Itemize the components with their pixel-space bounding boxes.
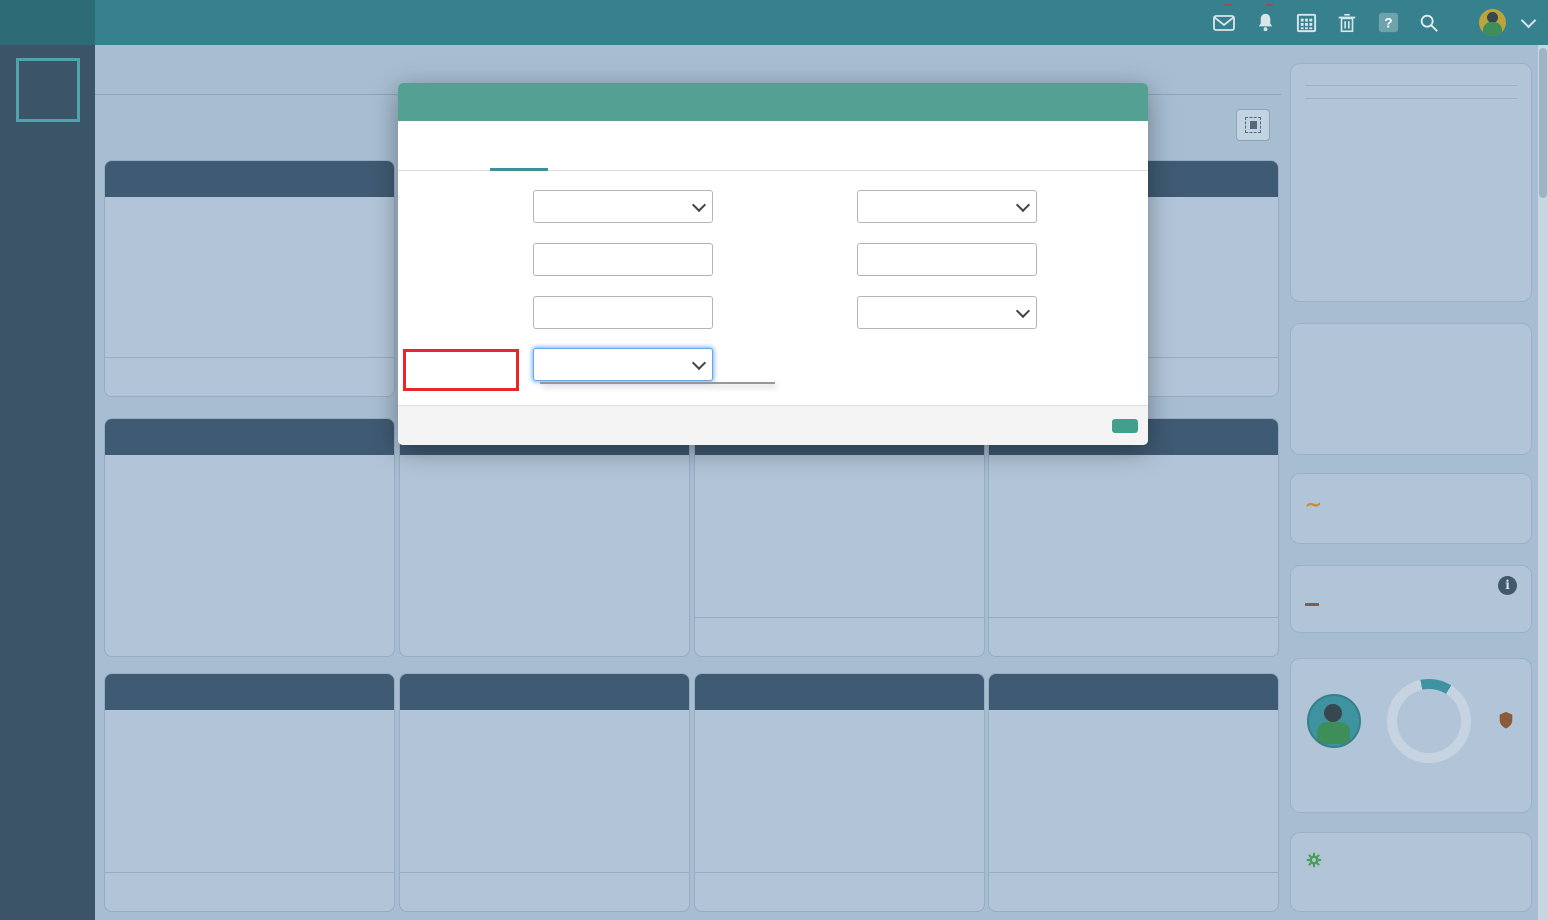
calendar-panel — [1290, 63, 1532, 302]
chevron-down-icon — [691, 197, 707, 213]
demo-content-panel: i — [1290, 565, 1532, 633]
grading-scale-dropdown — [540, 382, 775, 384]
todo-panel — [1290, 323, 1532, 455]
active-tab-underline — [490, 168, 548, 171]
fine-edge-logo[interactable] — [15, 58, 80, 122]
groups-by-style-chart — [105, 455, 395, 605]
messages-badge — [1224, 3, 1232, 6]
add-class-modal — [398, 83, 1148, 445]
paths-chart — [105, 710, 395, 860]
api-chart — [695, 710, 985, 860]
paths-panel — [104, 673, 395, 912]
notifications-icon[interactable] — [1253, 3, 1277, 35]
help-icon[interactable]: ? — [1376, 11, 1400, 35]
learners-panel — [104, 160, 395, 397]
section-input[interactable] — [857, 243, 1037, 276]
calendar-icon[interactable] — [1294, 11, 1318, 35]
game-avatar — [1307, 694, 1361, 748]
language-select[interactable] — [533, 190, 713, 223]
notifications-badge — [1265, 3, 1273, 6]
learners-chart — [105, 197, 395, 347]
email-panel — [988, 673, 1279, 912]
organization-select[interactable] — [857, 296, 1037, 329]
courses-panel — [399, 673, 690, 912]
messages-icon[interactable] — [1212, 3, 1236, 35]
gear-icon — [1306, 852, 1322, 868]
credits-input[interactable] — [533, 296, 713, 329]
site-wide-game-panel — [1290, 658, 1532, 813]
modal-tabs — [398, 121, 1148, 171]
api-panel — [694, 673, 985, 912]
top-bar: ? — [0, 0, 1548, 45]
calendar-day-headers — [1305, 80, 1517, 86]
chevron-down-icon — [1015, 197, 1031, 213]
chevron-down-icon — [691, 355, 707, 371]
points-progress-ring — [1387, 679, 1471, 763]
svg-text:?: ? — [1384, 15, 1392, 30]
course-types-pie-panel — [988, 418, 1279, 657]
course-types-pie-chart — [989, 455, 1279, 605]
avatar[interactable] — [1479, 9, 1506, 36]
trash-icon[interactable] — [1335, 11, 1359, 35]
scrollbar-thumb[interactable] — [1539, 48, 1547, 198]
courses-by-type-panel — [399, 418, 690, 657]
minus-icon — [1305, 603, 1319, 606]
course-input[interactable] — [533, 243, 713, 276]
courses-by-type-chart — [400, 455, 690, 605]
layout-icon — [1245, 117, 1261, 133]
search-icon[interactable] — [1417, 11, 1441, 35]
customize-dashboard-button[interactable] — [1236, 109, 1270, 141]
annotation-highlight — [403, 349, 519, 391]
left-sidebar — [0, 45, 95, 920]
grading-scale-select[interactable] — [533, 348, 713, 381]
save-button[interactable] — [1112, 418, 1138, 433]
groups-by-style-panel — [104, 418, 395, 657]
compliance-panel: ∼ — [1290, 473, 1532, 544]
trial-panel — [694, 418, 985, 657]
courses-chart — [400, 710, 690, 860]
shield-icon — [1499, 711, 1513, 729]
info-icon[interactable]: i — [1498, 576, 1517, 595]
email-chart — [989, 710, 1279, 860]
topbar-logo-block — [0, 0, 95, 45]
tilde-icon: ∼ — [1305, 494, 1322, 516]
timezone-select[interactable] — [857, 190, 1037, 223]
chevron-down-icon[interactable] — [1520, 12, 1537, 29]
chevron-down-icon — [1015, 303, 1031, 319]
announcements-panel — [1290, 832, 1532, 912]
